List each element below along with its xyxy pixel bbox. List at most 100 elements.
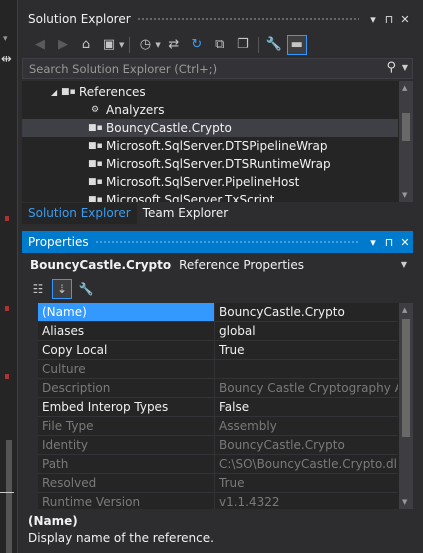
explorer-tabs: Solution Explorer Team Explorer: [22, 203, 413, 224]
scrollbar-thumb[interactable]: [402, 319, 410, 437]
property-name[interactable]: Embed Interop Types: [38, 398, 214, 417]
categorized-icon[interactable]: ☷: [28, 279, 48, 299]
solution-explorer-search-input[interactable]: Search Solution Explorer (Ctrl+;) ⚲ ▼: [22, 58, 413, 79]
property-name[interactable]: Resolved: [38, 474, 214, 493]
property-description-pane: (Name) Display name of the reference.: [22, 511, 413, 553]
property-row[interactable]: (Name) BouncyCastle.Crypto: [22, 303, 398, 322]
property-value[interactable]: global: [214, 322, 398, 341]
chevron-down-icon[interactable]: ▼: [402, 63, 408, 72]
tree-item-dtsruntimewrap[interactable]: ■▪ Microsoft.SqlServer.DTSRuntimeWrap: [22, 155, 398, 173]
switch-views-icon[interactable]: ▣: [99, 35, 119, 55]
pin-icon[interactable]: ⊓: [381, 236, 397, 249]
scroll-down-icon[interactable]: ▼: [402, 498, 407, 506]
scroll-down-icon[interactable]: ▼: [402, 191, 407, 199]
property-value[interactable]: True: [214, 474, 398, 493]
show-all-files-icon[interactable]: ❐: [233, 35, 253, 55]
home-icon[interactable]: ⌂: [76, 35, 96, 55]
scroll-up-icon[interactable]: ▲: [402, 306, 407, 314]
property-row[interactable]: Identity BouncyCastle.Crypto: [22, 436, 398, 455]
search-icon[interactable]: ⚲: [386, 60, 396, 75]
pending-changes-filter-icon[interactable]: ◷: [135, 35, 155, 55]
tab-team-explorer[interactable]: Team Explorer: [137, 203, 235, 224]
property-row[interactable]: Description Bouncy Castle Cryptography AP…: [22, 379, 398, 398]
property-pages-wrench-icon[interactable]: 🔧: [76, 279, 96, 299]
pin-icon[interactable]: ⊓: [381, 13, 397, 26]
scrollbar-thumb[interactable]: [402, 113, 410, 141]
properties-toolbar: ☷ ⇣ 🔧: [22, 278, 413, 300]
tree-item-pipelinehost[interactable]: ■▪ Microsoft.SqlServer.PipelineHost: [22, 173, 398, 191]
refresh-icon[interactable]: ↻: [187, 35, 207, 55]
property-row[interactable]: Copy Local True: [22, 341, 398, 360]
editor-scrollbar[interactable]: [6, 440, 12, 553]
property-value[interactable]: C:\SO\BouncyCastle.Crypto.dll: [214, 455, 398, 474]
window-position-dropdown-icon[interactable]: ▾: [365, 13, 381, 26]
property-value[interactable]: v1.1.4322: [214, 493, 398, 509]
properties-wrench-icon[interactable]: 🔧: [264, 35, 284, 55]
preview-selected-items-icon[interactable]: ▬: [286, 34, 307, 55]
property-row[interactable]: Path C:\SO\BouncyCastle.Crypto.dll: [22, 455, 398, 474]
forward-icon[interactable]: ▶: [53, 35, 73, 55]
solution-explorer-title: Solution Explorer: [28, 12, 131, 26]
chevron-down-icon[interactable]: ▼: [155, 41, 160, 49]
solution-explorer-titlebar[interactable]: Solution Explorer ▾ ⊓ ✕: [22, 8, 413, 30]
properties-titlebar[interactable]: Properties ▾ ⊓ ✕: [22, 231, 413, 253]
property-name[interactable]: Copy Local: [38, 341, 214, 360]
tree-item-label: Microsoft.SqlServer.DTSRuntimeWrap: [106, 157, 331, 171]
property-value[interactable]: BouncyCastle.Crypto: [214, 436, 398, 455]
property-value[interactable]: Bouncy Castle Cryptography API: [214, 379, 398, 398]
chevron-down-icon[interactable]: ▾: [3, 34, 8, 44]
property-name[interactable]: Runtime Version: [38, 493, 214, 509]
property-value[interactable]: False: [214, 398, 398, 417]
assembly-icon: ■▪: [88, 123, 103, 133]
property-value[interactable]: True: [214, 341, 398, 360]
error-marker: [5, 306, 9, 311]
error-marker: [5, 374, 9, 379]
chevron-down-icon[interactable]: ▼: [401, 260, 407, 269]
property-name[interactable]: (Name): [38, 303, 214, 322]
tree-item-dtspipelinewrap[interactable]: ■▪ Microsoft.SqlServer.DTSPipelineWrap: [22, 137, 398, 155]
property-value[interactable]: BouncyCastle.Crypto: [214, 303, 398, 322]
assembly-icon: ■▪: [88, 195, 103, 202]
tree-item-label: BouncyCastle.Crypto: [106, 121, 232, 135]
alphabetical-icon[interactable]: ⇣: [52, 279, 72, 299]
chevron-down-icon[interactable]: ▼: [119, 41, 124, 49]
expand-triangle-icon[interactable]: ◢: [51, 88, 61, 97]
tree-item-txscript[interactable]: ■▪ Microsoft.SqlServer.TxScript: [22, 191, 398, 202]
property-value[interactable]: [214, 360, 398, 379]
property-row[interactable]: Embed Interop Types False: [22, 398, 398, 417]
tree-item-label: Microsoft.SqlServer.TxScript: [106, 193, 275, 202]
property-name[interactable]: File Type: [38, 417, 214, 436]
property-row[interactable]: Runtime Version v1.1.4322: [22, 493, 398, 509]
property-row[interactable]: Culture: [22, 360, 398, 379]
tree-scrollbar[interactable]: ▲ ▼: [399, 81, 413, 202]
property-value[interactable]: Assembly: [214, 417, 398, 436]
analyzers-icon: ⚙: [90, 105, 100, 115]
tree-item-label: Microsoft.SqlServer.DTSPipelineWrap: [106, 139, 328, 153]
tree-item-analyzers[interactable]: ⚙ Analyzers: [22, 101, 398, 119]
property-name[interactable]: Description: [38, 379, 214, 398]
collapse-all-icon[interactable]: ⧉: [210, 35, 230, 55]
property-row[interactable]: File Type Assembly: [22, 417, 398, 436]
close-icon[interactable]: ✕: [397, 236, 413, 249]
property-grid-scrollbar[interactable]: ▲ ▼: [399, 303, 413, 509]
property-name[interactable]: Identity: [38, 436, 214, 455]
property-name[interactable]: Culture: [38, 360, 214, 379]
window-position-dropdown-icon[interactable]: ▾: [365, 236, 381, 249]
property-name[interactable]: Path: [38, 455, 214, 474]
object-selector[interactable]: BouncyCastle.Crypto Reference Properties…: [22, 254, 413, 276]
back-icon[interactable]: ◀: [30, 35, 50, 55]
tab-solution-explorer[interactable]: Solution Explorer: [22, 203, 137, 224]
close-icon[interactable]: ✕: [397, 13, 413, 26]
title-grip: [94, 239, 359, 245]
search-placeholder: Search Solution Explorer (Ctrl+;): [29, 61, 218, 76]
tree-item-label: Microsoft.SqlServer.PipelineHost: [106, 175, 300, 189]
property-row[interactable]: Resolved True: [22, 474, 398, 493]
tree-item-bouncycastle[interactable]: ■▪ BouncyCastle.Crypto: [22, 119, 398, 137]
property-row[interactable]: Aliases global: [22, 322, 398, 341]
tree-item-references[interactable]: ◢ ■▪ References: [22, 83, 398, 101]
object-name: BouncyCastle.Crypto: [30, 258, 172, 272]
scroll-up-icon[interactable]: ▲: [402, 84, 407, 92]
property-grid: (Name) BouncyCastle.Crypto Aliases global …: [22, 303, 413, 509]
property-name[interactable]: Aliases: [38, 322, 214, 341]
sync-with-active-document-icon[interactable]: ⇄: [164, 35, 184, 55]
